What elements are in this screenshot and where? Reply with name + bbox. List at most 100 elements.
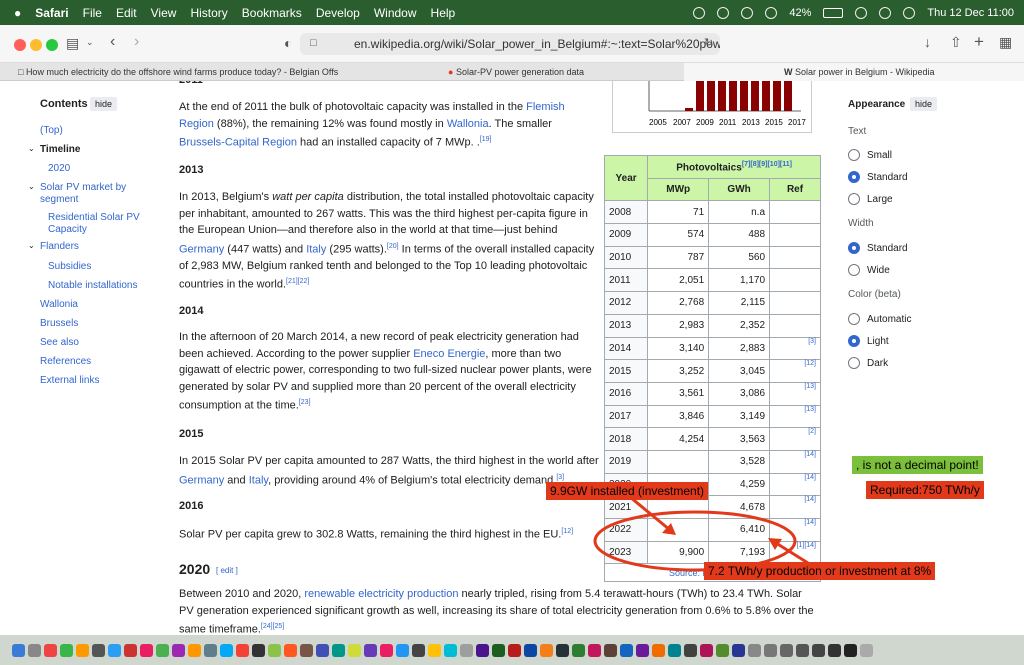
reload-icon[interactable]: ↻	[704, 36, 713, 49]
search-icon[interactable]	[879, 6, 892, 19]
dock-app-icon[interactable]	[492, 643, 505, 657]
dock-app-icon[interactable]	[508, 643, 521, 657]
dock-app-icon[interactable]	[12, 643, 25, 657]
dock-app-icon[interactable]	[60, 643, 73, 657]
dock-app-icon[interactable]	[652, 643, 665, 657]
dock-app-icon[interactable]	[300, 643, 313, 657]
tab-wikipedia[interactable]: W Solar power in Belgium - Wikipedia	[684, 63, 1024, 81]
dock-app-icon[interactable]	[220, 643, 233, 657]
dock-app-icon[interactable]	[76, 643, 89, 657]
dock-app-icon[interactable]	[700, 643, 713, 657]
dock-app-icon[interactable]	[204, 643, 217, 657]
annotation-overlay	[593, 495, 809, 572]
menu-file[interactable]: File	[83, 6, 102, 20]
dock-app-icon[interactable]	[828, 643, 841, 657]
apple-icon[interactable]: ●	[14, 6, 21, 20]
status-icon[interactable]	[693, 6, 706, 19]
dock-app-icon[interactable]	[764, 643, 777, 657]
dock-app-icon[interactable]	[604, 643, 617, 657]
macos-menubar: ● Safari File Edit View History Bookmark…	[0, 0, 1024, 25]
dock-app-icon[interactable]	[476, 643, 489, 657]
tab-favicon-icon: □	[18, 67, 26, 77]
menu-help[interactable]: Help	[431, 6, 456, 20]
forward-button[interactable]: ›	[134, 33, 139, 51]
dock-app-icon[interactable]	[716, 643, 729, 657]
menu-history[interactable]: History	[190, 6, 227, 20]
sidebar-icon[interactable]: ▤	[66, 35, 79, 52]
dock-app-icon[interactable]	[188, 643, 201, 657]
tab-favicon-icon: ●	[448, 67, 456, 77]
download-icon[interactable]: ↓	[924, 34, 931, 50]
dock-app-icon[interactable]	[732, 643, 745, 657]
dock-app-icon[interactable]	[268, 643, 281, 657]
new-tab-icon[interactable]: +	[974, 32, 984, 52]
back-button[interactable]: ‹	[110, 33, 115, 51]
menu-edit[interactable]: Edit	[116, 6, 137, 20]
dock-app-icon[interactable]	[412, 643, 425, 657]
dock-app-icon[interactable]	[524, 643, 537, 657]
battery-percent: 42%	[789, 6, 812, 19]
dock-app-icon[interactable]	[140, 643, 153, 657]
dock-app-icon[interactable]	[572, 643, 585, 657]
tab-overview-icon[interactable]: ▦	[999, 34, 1012, 51]
play-icon[interactable]	[741, 6, 754, 19]
tab-solar-pv-data[interactable]: ● Solar-PV power generation data	[448, 63, 648, 81]
dock-app-icon[interactable]	[236, 643, 249, 657]
bluetooth-icon[interactable]	[765, 6, 778, 19]
dock-app-icon[interactable]	[172, 643, 185, 657]
close-window-button[interactable]	[14, 39, 26, 51]
dock-app-icon[interactable]	[620, 643, 633, 657]
dock-app-icon[interactable]	[588, 643, 601, 657]
dock-app-icon[interactable]	[396, 643, 409, 657]
dock-app-icon[interactable]	[796, 643, 809, 657]
address-bar[interactable]: en.wikipedia.org/wiki/Solar_power_in_Bel…	[300, 33, 720, 55]
dock-app-icon[interactable]	[460, 643, 473, 657]
annotation-comma-note: , is not a decimal point!	[852, 456, 983, 474]
dock-app-icon[interactable]	[636, 643, 649, 657]
battery-icon[interactable]	[823, 7, 844, 18]
menu-view[interactable]: View	[151, 6, 177, 20]
page-icon: □	[310, 37, 317, 49]
privacy-shield-icon[interactable]: ◐	[284, 35, 292, 51]
dock-app-icon[interactable]	[108, 643, 121, 657]
dock-app-icon[interactable]	[844, 643, 857, 657]
zoom-window-button[interactable]	[46, 39, 58, 51]
dock-app-icon[interactable]	[540, 643, 553, 657]
web-content: Contents hide (Top) ⌄ Timeline 2020 ⌄ So…	[0, 81, 1024, 635]
chevron-down-icon[interactable]: ⌄	[86, 37, 94, 48]
menu-safari[interactable]: Safari	[35, 6, 68, 20]
dock-app-icon[interactable]	[748, 643, 761, 657]
menu-window[interactable]: Window	[374, 6, 417, 20]
dock-app-icon[interactable]	[364, 643, 377, 657]
minimize-window-button[interactable]	[30, 39, 42, 51]
dock-app-icon[interactable]	[284, 643, 297, 657]
dock-app-icon[interactable]	[156, 643, 169, 657]
trash-icon[interactable]	[860, 643, 873, 657]
wifi-icon[interactable]	[855, 6, 868, 19]
macos-dock	[0, 635, 1024, 665]
dock-app-icon[interactable]	[668, 643, 681, 657]
menu-develop[interactable]: Develop	[316, 6, 360, 20]
dock-app-icon[interactable]	[812, 643, 825, 657]
control-center-icon[interactable]	[903, 6, 916, 19]
dock-app-icon[interactable]	[380, 643, 393, 657]
tab-offshore-wind[interactable]: □ How much electricity do the offshore w…	[18, 63, 338, 81]
dock-app-icon[interactable]	[780, 643, 793, 657]
status-icon[interactable]	[717, 6, 730, 19]
menubar-clock[interactable]: Thu 12 Dec 11:00	[927, 7, 1014, 19]
dock-app-icon[interactable]	[332, 643, 345, 657]
dock-app-icon[interactable]	[684, 643, 697, 657]
dock-app-icon[interactable]	[92, 643, 105, 657]
dock-app-icon[interactable]	[28, 643, 41, 657]
menu-bookmarks[interactable]: Bookmarks	[242, 6, 302, 20]
share-icon[interactable]: ⇧	[950, 34, 962, 51]
dock-app-icon[interactable]	[44, 643, 57, 657]
dock-app-icon[interactable]	[348, 643, 361, 657]
dock-app-icon[interactable]	[428, 643, 441, 657]
dock-app-icon[interactable]	[444, 643, 457, 657]
dock-app-icon[interactable]	[556, 643, 569, 657]
dock-app-icon[interactable]	[124, 643, 137, 657]
url-text[interactable]: en.wikipedia.org/wiki/Solar_power_in_Bel…	[354, 37, 720, 51]
dock-app-icon[interactable]	[252, 643, 265, 657]
dock-app-icon[interactable]	[316, 643, 329, 657]
